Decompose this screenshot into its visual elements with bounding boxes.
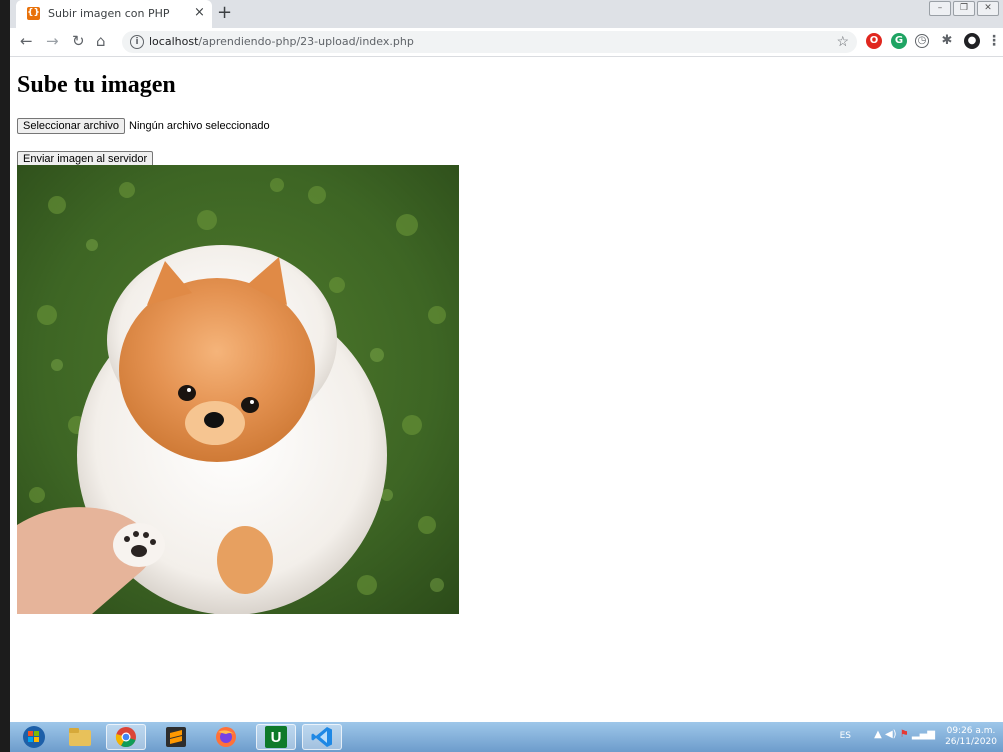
restore-button[interactable]: ❐ — [953, 1, 975, 16]
file-status-text: Ningún archivo seleccionado — [129, 120, 270, 132]
folder-icon — [69, 728, 91, 746]
browser-tab[interactable]: {} Subir imagen con PHP × — [16, 0, 212, 28]
firefox-icon — [216, 727, 236, 747]
home-icon[interactable]: ⌂ — [96, 32, 106, 50]
browser-window: {} Subir imagen con PHP × + – ❐ ✕ ← → ↻ … — [10, 0, 1003, 722]
start-button[interactable] — [14, 724, 54, 750]
clock-date: 26/11/2020 — [945, 737, 997, 747]
address-bar[interactable]: i localhost/aprendiendo-php/23-upload/in… — [122, 31, 857, 53]
clock-time: 09:26 a.m. — [946, 726, 996, 736]
back-arrow-icon[interactable]: ← — [20, 32, 33, 50]
window-controls: – ❐ ✕ — [929, 1, 999, 16]
taskbar-file-explorer[interactable] — [60, 724, 100, 750]
uploaded-image — [17, 165, 459, 614]
bookmark-star-icon[interactable]: ☆ — [836, 33, 849, 50]
show-hidden-icons-icon[interactable]: ▲ — [874, 729, 882, 740]
uniform-server-icon: U — [265, 726, 287, 748]
taskbar-clock[interactable]: 09:26 a.m. 26/11/2020 — [945, 726, 997, 748]
speed-dial-extension-icon[interactable]: ◷ — [915, 34, 929, 48]
tab-strip: {} Subir imagen con PHP × + – ❐ ✕ — [10, 0, 1003, 28]
language-indicator[interactable]: ES — [840, 731, 851, 741]
pomeranian-photo — [17, 165, 459, 614]
windows-logo-icon — [23, 726, 45, 748]
browser-toolbar: ← → ↻ ⌂ i localhost/aprendiendo-php/23-u… — [10, 28, 1003, 57]
tray-icons: ▲ ◀) ⚑ ▂▄▆ — [874, 729, 935, 740]
tab-title: Subir imagen con PHP — [48, 7, 170, 20]
minimize-button[interactable]: – — [929, 1, 951, 16]
vscode-icon — [311, 727, 332, 747]
svg-text:U: U — [271, 729, 282, 746]
close-window-button[interactable]: ✕ — [977, 1, 999, 16]
opera-extension-icon[interactable]: O — [866, 33, 882, 49]
puzzle-extensions-icon[interactable]: ✱ — [939, 33, 955, 49]
taskbar-chrome[interactable] — [106, 724, 146, 750]
taskbar-sublime-text[interactable] — [156, 724, 196, 750]
url-host: localhost — [149, 35, 199, 48]
new-tab-button[interactable]: + — [217, 2, 232, 23]
profile-avatar[interactable]: ● — [964, 33, 980, 49]
taskbar-vscode[interactable] — [302, 724, 342, 750]
grammarly-extension-icon[interactable]: G — [891, 33, 907, 49]
sublime-text-icon — [166, 727, 186, 747]
network-signal-icon[interactable]: ▂▄▆ — [912, 729, 935, 740]
action-center-flag-icon[interactable]: ⚑ — [900, 729, 909, 740]
taskbar-uniserver[interactable]: U — [256, 724, 296, 750]
chrome-icon — [115, 727, 136, 748]
windows-taskbar: U ES ▲ ◀) ⚑ ▂▄▆ 09:26 a.m. 26/11/2020 — [10, 722, 1003, 752]
close-tab-icon[interactable]: × — [194, 5, 205, 20]
page-content: Sube tu imagen Seleccionar archivo Ningú… — [10, 57, 1003, 722]
system-tray: ES ▲ ◀) ⚑ ▂▄▆ 09:26 a.m. 26/11/2020 — [827, 724, 997, 750]
url-text: localhost/aprendiendo-php/23-upload/inde… — [149, 35, 414, 48]
choose-file-button[interactable]: Seleccionar archivo — [17, 118, 125, 134]
volume-icon[interactable]: ◀) — [885, 729, 897, 740]
taskbar-firefox[interactable] — [206, 724, 246, 750]
file-input: Seleccionar archivo Ningún archivo selec… — [17, 118, 270, 134]
page-title: Sube tu imagen — [17, 72, 176, 98]
reload-icon[interactable]: ↻ — [72, 32, 85, 50]
url-path: /aprendiendo-php/23-upload/index.php — [198, 35, 414, 48]
forward-arrow-icon[interactable]: → — [46, 32, 59, 50]
php-favicon-icon: {} — [27, 7, 40, 20]
desktop-edge — [0, 0, 10, 752]
site-info-icon[interactable]: i — [130, 35, 144, 49]
menu-kebab-icon[interactable]: ⋮ — [986, 33, 1002, 49]
